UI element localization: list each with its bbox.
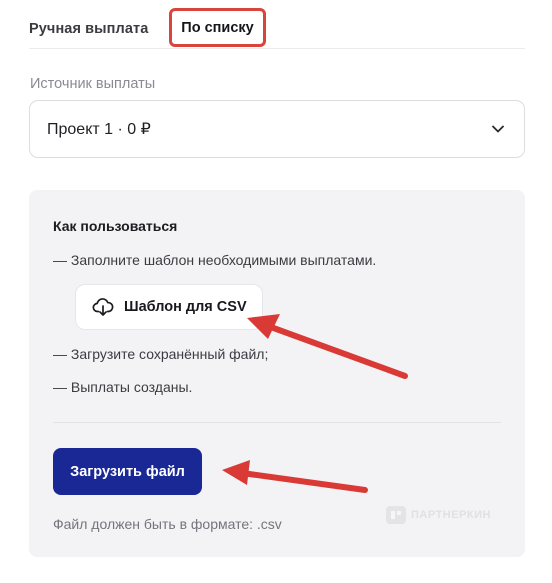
upload-file-button[interactable]: Загрузить файл — [53, 448, 202, 495]
instruction-step-1: — Заполните шаблон необходимыми выплатам… — [53, 252, 377, 268]
instruction-step-2: — Загрузите сохранённый файл; — [53, 346, 269, 362]
file-format-note: Файл должен быть в формате: .csv — [53, 516, 282, 532]
payout-source-label: Источник выплаты — [30, 76, 156, 92]
partnerkin-logo-icon — [386, 506, 406, 524]
upload-file-label: Загрузить файл — [70, 463, 185, 480]
watermark-text: ПАРТНЕРКИН — [411, 509, 491, 521]
payout-source-select[interactable]: Проект 1 · 0 ₽ — [29, 100, 525, 158]
payout-source-value: Проект 1 · 0 ₽ — [47, 121, 151, 138]
csv-template-button[interactable]: Шаблон для CSV — [75, 284, 263, 330]
tabs-divider — [29, 48, 525, 49]
tab-by-list-label: По списку — [181, 19, 254, 36]
how-to-title: Как пользоваться — [53, 218, 178, 234]
instruction-step-3: — Выплаты созданы. — [53, 379, 193, 395]
csv-template-label: Шаблон для CSV — [124, 299, 247, 315]
panel-divider — [53, 422, 501, 423]
instructions-panel — [29, 190, 525, 557]
tab-by-list[interactable]: По списку — [169, 8, 266, 47]
tab-manual-payout[interactable]: Ручная выплата — [29, 18, 148, 40]
chevron-down-icon — [492, 122, 506, 136]
watermark: ПАРТНЕРКИН — [386, 506, 491, 524]
cloud-download-icon — [92, 296, 114, 318]
